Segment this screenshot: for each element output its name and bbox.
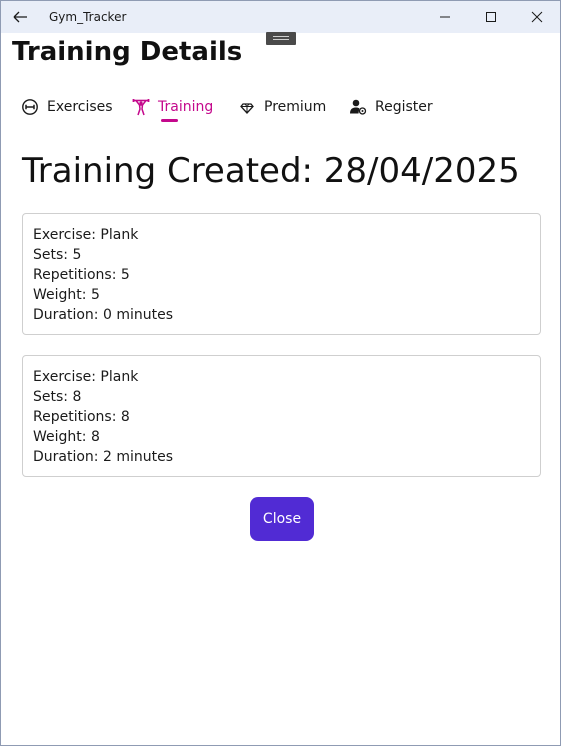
tab-exercises[interactable]: Exercises xyxy=(21,95,113,119)
exercise-sets: Sets: 5 xyxy=(33,247,82,263)
close-window-button[interactable] xyxy=(514,1,560,33)
exercise-name: Exercise: Plank xyxy=(33,227,139,243)
tab-label: Register xyxy=(375,99,433,115)
title-bar: Gym_Tracker xyxy=(1,1,560,33)
selected-tab-indicator xyxy=(161,119,178,122)
minimize-button[interactable] xyxy=(422,1,468,33)
tab-register[interactable]: Register xyxy=(349,95,433,119)
exercise-repetitions: Repetitions: 8 xyxy=(33,409,130,425)
dumbbell-circle-icon xyxy=(21,98,39,116)
maximize-icon xyxy=(486,12,496,22)
tab-label: Premium xyxy=(264,99,327,115)
close-icon xyxy=(531,11,543,23)
diamond-icon xyxy=(238,98,256,116)
exercise-weight: Weight: 8 xyxy=(33,429,100,445)
back-button[interactable] xyxy=(9,5,31,29)
page-title: Training Details xyxy=(12,37,243,67)
close-button[interactable]: Close xyxy=(250,497,314,541)
drag-handle-line xyxy=(273,39,289,40)
window-title: Gym_Tracker xyxy=(49,10,127,24)
exercise-duration: Duration: 0 minutes xyxy=(33,307,173,323)
minimize-icon xyxy=(440,16,450,18)
exercise-card: Exercise: Plank Sets: 8 Repetitions: 8 W… xyxy=(22,355,541,477)
drag-handle[interactable] xyxy=(266,32,296,45)
user-gear-icon xyxy=(349,98,367,116)
exercise-sets: Sets: 8 xyxy=(33,389,82,405)
exercise-name: Exercise: Plank xyxy=(33,369,139,385)
app-window: Gym_Tracker Training Details Exercises T… xyxy=(0,0,561,746)
tab-label: Exercises xyxy=(47,99,113,115)
exercise-card: Exercise: Plank Sets: 5 Repetitions: 5 W… xyxy=(22,213,541,335)
exercise-duration: Duration: 2 minutes xyxy=(33,449,173,465)
tab-premium[interactable]: Premium xyxy=(238,95,326,119)
weightlifter-icon xyxy=(132,98,150,116)
drag-handle-line xyxy=(273,36,289,37)
back-arrow-icon xyxy=(13,11,27,23)
tab-bar: Exercises Training Premium Register xyxy=(1,91,560,127)
training-heading: Training Created: 28/04/2025 xyxy=(22,151,520,191)
tab-training[interactable]: Training xyxy=(132,95,213,119)
tab-label: Training xyxy=(158,99,214,115)
exercise-repetitions: Repetitions: 5 xyxy=(33,267,130,283)
maximize-button[interactable] xyxy=(468,1,514,33)
exercise-weight: Weight: 5 xyxy=(33,287,100,303)
